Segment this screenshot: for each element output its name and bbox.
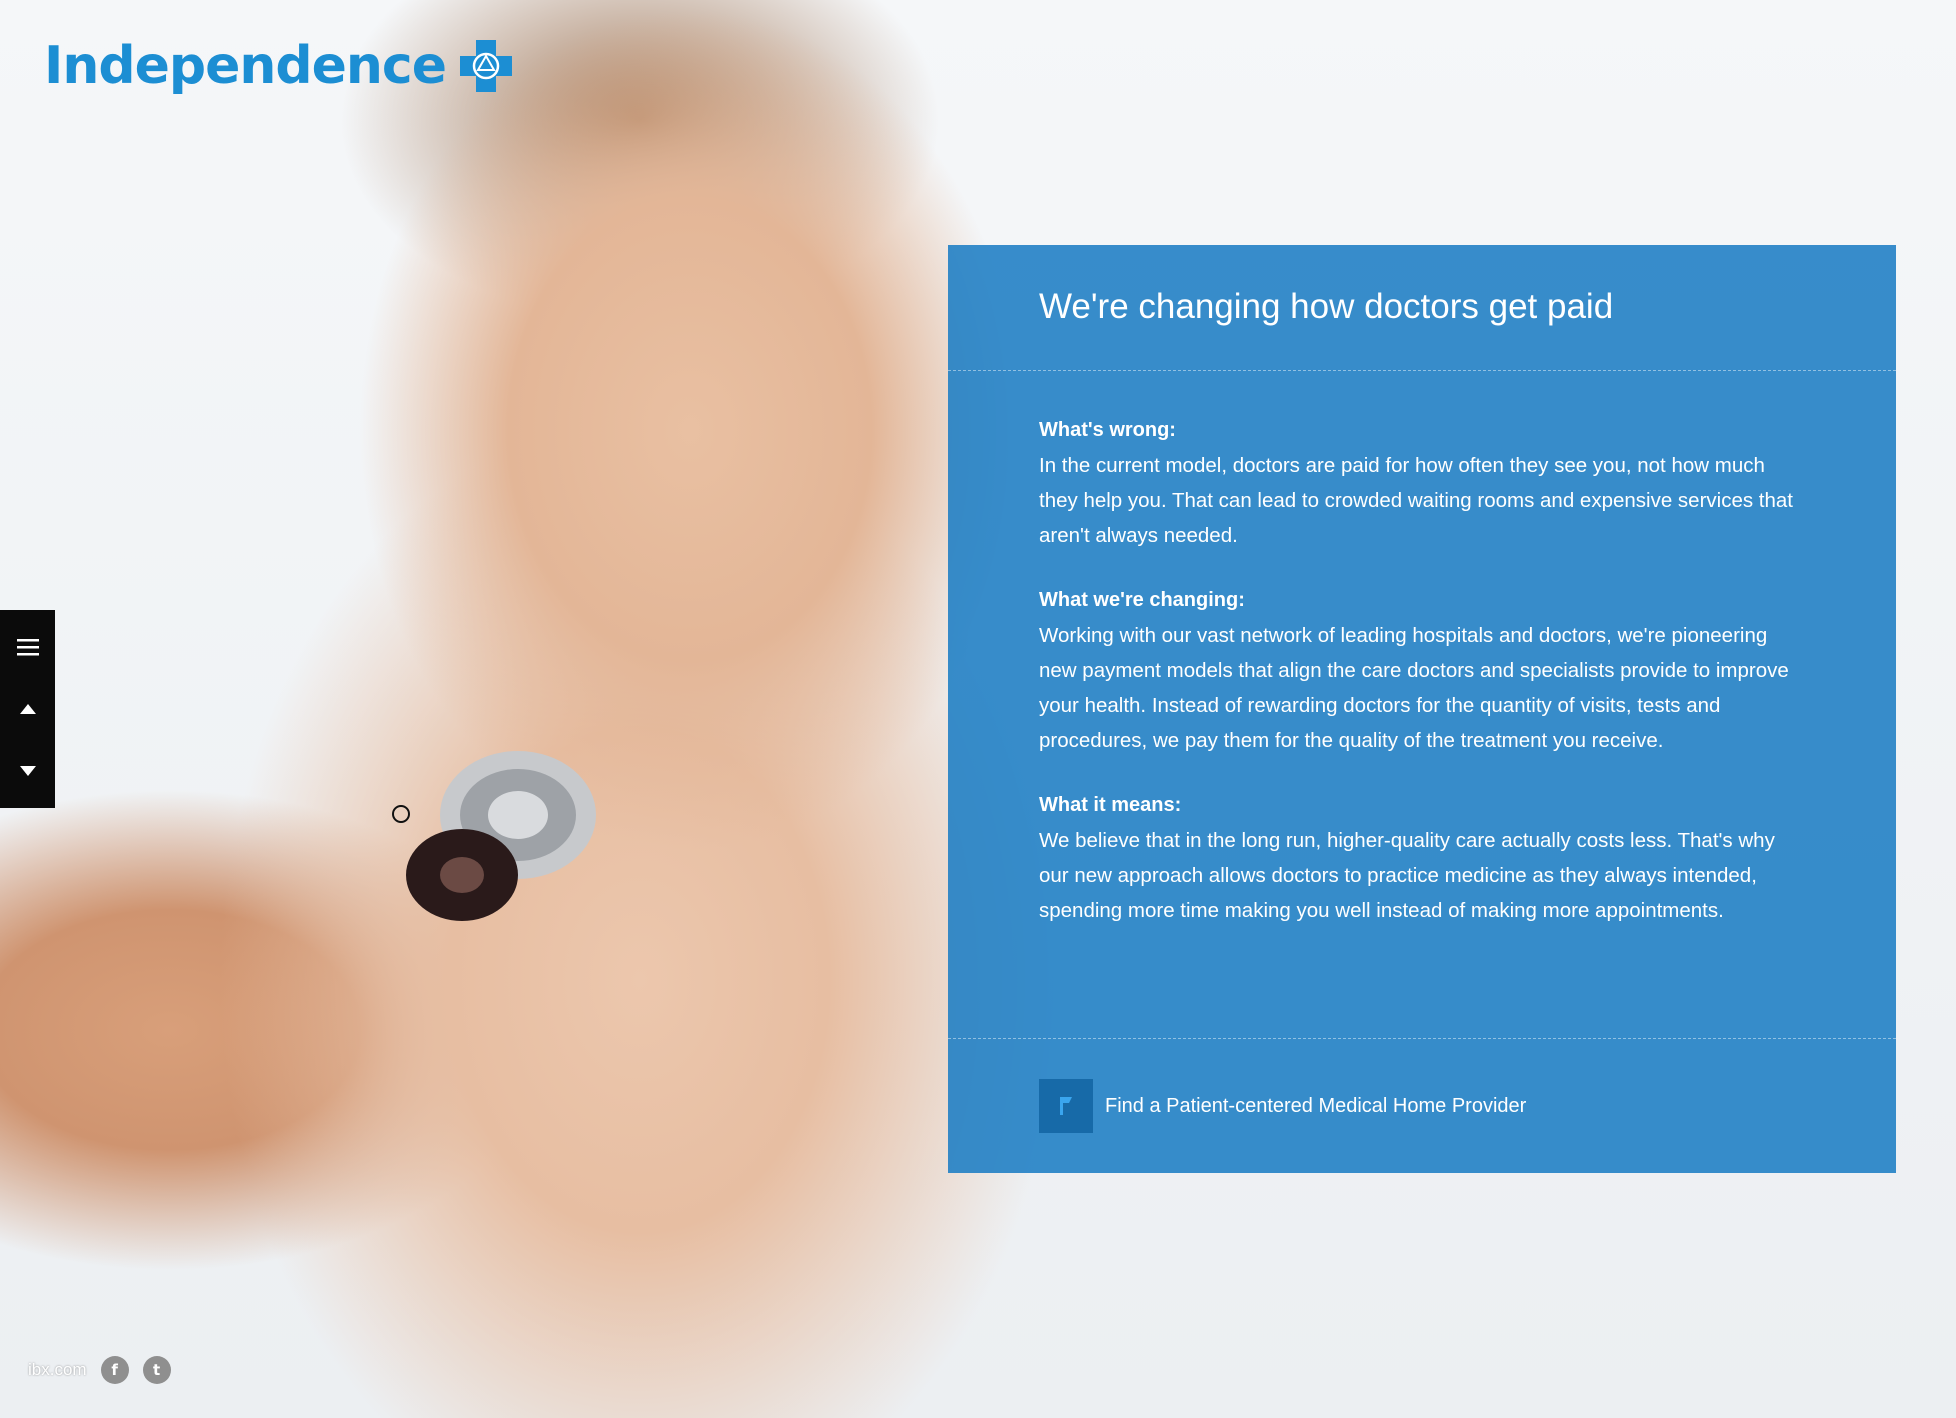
cursor-indicator [392, 805, 410, 823]
menu-button[interactable] [8, 625, 48, 669]
arrow-up-icon [19, 704, 36, 714]
section-heading: What's wrong: [1039, 419, 1176, 441]
section-text: Working with our vast network of leading… [1039, 624, 1789, 752]
brand-name: Independence [44, 36, 447, 96]
find-provider-button[interactable] [1039, 1079, 1093, 1133]
section-what-were-changing: What we're changing: Working with our va… [1039, 583, 1796, 758]
page-footer: ibx.com f t [28, 1356, 171, 1384]
section-whats-wrong: What's wrong: In the current model, doct… [1039, 413, 1796, 553]
page-title: We're changing how doctors get paid [1039, 287, 1614, 326]
section-heading: What it means: [1039, 794, 1182, 816]
panel-header: We're changing how doctors get paid [948, 245, 1896, 371]
blue-cross-icon [459, 40, 512, 92]
section-heading: What we're changing: [1039, 589, 1245, 611]
section-what-it-means: What it means: We believe that in the lo… [1039, 788, 1796, 928]
stethoscope-illustration [406, 751, 596, 921]
scroll-down-button[interactable] [8, 749, 48, 793]
site-link[interactable]: ibx.com [28, 1360, 87, 1380]
arrow-down-icon [19, 766, 36, 776]
flag-icon [1060, 1097, 1072, 1115]
panel-body: What's wrong: In the current model, doct… [948, 371, 1896, 1039]
info-panel: We're changing how doctors get paid What… [948, 245, 1896, 1173]
side-navigation [0, 610, 55, 808]
scroll-up-button[interactable] [8, 687, 48, 731]
section-text: In the current model, doctors are paid f… [1039, 454, 1793, 547]
facebook-icon[interactable]: f [100, 1356, 129, 1384]
menu-icon [16, 639, 39, 656]
find-provider-link[interactable]: Find a Patient-centered Medical Home Pro… [1105, 1095, 1526, 1118]
twitter-icon[interactable]: t [142, 1356, 171, 1384]
section-text: We believe that in the long run, higher-… [1039, 829, 1775, 922]
panel-footer: Find a Patient-centered Medical Home Pro… [948, 1039, 1896, 1133]
brand-logo[interactable]: Independence [44, 36, 514, 96]
